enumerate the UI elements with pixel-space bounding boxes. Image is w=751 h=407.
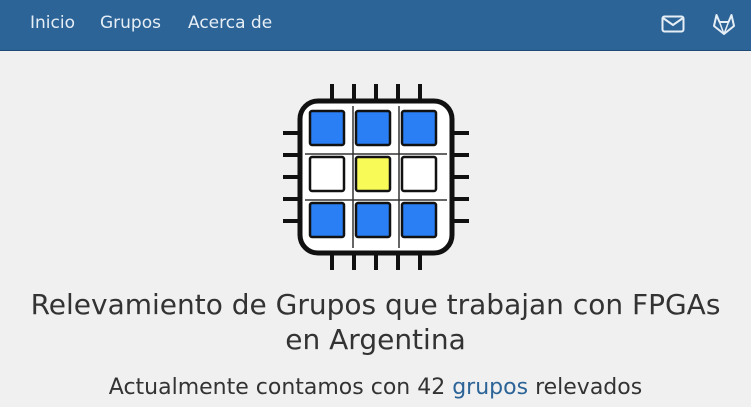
groups-count-text: Actualmente contamos con 42 grupos relev… (0, 373, 751, 403)
mail-icon[interactable] (660, 12, 686, 36)
logo-cell (308, 201, 346, 239)
groups-count-prefix: Actualmente contamos con 42 (108, 375, 446, 400)
gitlab-icon[interactable] (711, 12, 737, 36)
nav-link-acerca-de[interactable]: Acerca de (188, 13, 272, 33)
logo-cell (400, 109, 438, 147)
logo-cell (400, 155, 438, 193)
logo-cell (354, 201, 392, 239)
groups-link[interactable]: grupos (452, 375, 528, 400)
top-navbar: Inicio Grupos Acerca de (0, 0, 751, 51)
fpga-chip-logo (281, 82, 471, 272)
logo-cell (308, 109, 346, 147)
nav-link-inicio[interactable]: Inicio (30, 13, 75, 33)
page-title-line-1: Relevamiento de Grupos que trabajan con … (30, 288, 721, 321)
logo-cell (400, 201, 438, 239)
page-title: Relevamiento de Grupos que trabajan con … (0, 287, 751, 357)
groups-count-suffix: relevados (535, 375, 643, 400)
logo-cell (308, 155, 346, 193)
page-title-line-2: en Argentina (285, 323, 466, 356)
nav-link-grupos[interactable]: Grupos (100, 13, 161, 33)
logo-cell (354, 155, 392, 193)
logo-cell (354, 109, 392, 147)
